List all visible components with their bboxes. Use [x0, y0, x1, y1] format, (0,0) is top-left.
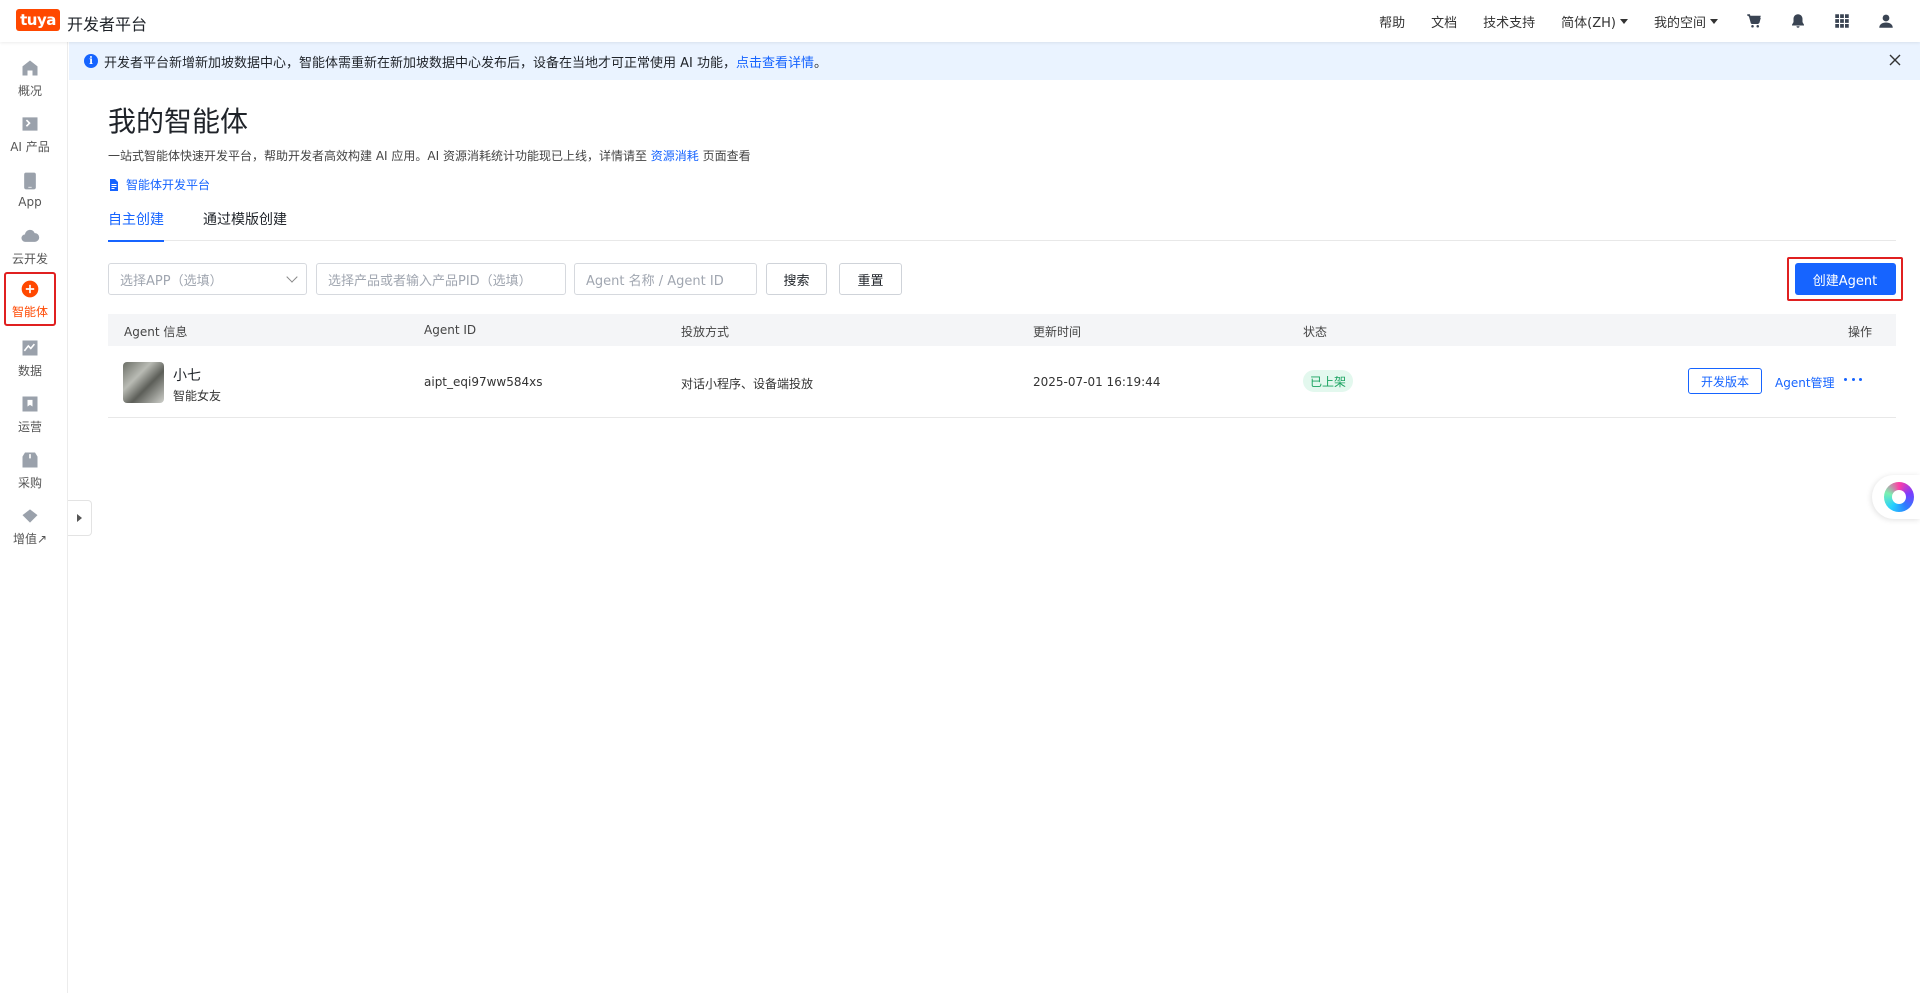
- sidebar-item-agents[interactable]: 智能体: [4, 272, 56, 326]
- sidebar-item-label: 运营: [17, 419, 42, 434]
- reset-button[interactable]: 重置: [839, 263, 902, 295]
- workspace-select[interactable]: 我的空间: [1654, 12, 1718, 31]
- sidebar: 概况 AI 产品 App 云开发 智能体 数据 运营 采购 增值↗: [0, 42, 68, 993]
- sidebar-item-label: 概况: [17, 83, 42, 98]
- sidebar-item-operations[interactable]: 运营: [4, 388, 56, 440]
- phone-icon: [24, 172, 36, 190]
- sidebar-item-ai-products[interactable]: AI 产品: [4, 108, 56, 160]
- resource-usage-link[interactable]: 资源消耗: [651, 149, 699, 163]
- updated-cell: 2025-07-01 16:19:44: [1033, 375, 1161, 389]
- product-input[interactable]: 选择产品或者输入产品PID（选填）: [316, 263, 566, 295]
- sidebar-item-app[interactable]: App: [4, 164, 56, 216]
- notice-end: 。: [814, 55, 828, 71]
- app-select[interactable]: 选择APP（选填）: [108, 263, 307, 295]
- notice-details-link[interactable]: 点击查看详情: [736, 52, 814, 71]
- cart-icon[interactable]: [1744, 11, 1764, 31]
- search-button[interactable]: 搜索: [766, 263, 827, 295]
- top-bar: tuya 开发者平台 帮助 文档 技术支持 简体(ZH) 我的空间: [0, 0, 1920, 42]
- page-subtitle: 一站式智能体快速开发平台，帮助开发者高效构建 AI 应用。AI 资源消耗统计功能…: [108, 147, 751, 164]
- package-icon: [22, 452, 38, 467]
- sidebar-item-label: 增值↗: [12, 531, 48, 546]
- create-agent-button[interactable]: 创建Agent: [1794, 263, 1896, 295]
- ai-assistant-button[interactable]: [1872, 475, 1920, 519]
- agent-platform-doc-link[interactable]: 智能体开发平台: [108, 176, 210, 193]
- language-select[interactable]: 简体(ZH): [1561, 12, 1628, 31]
- terminal-icon: [22, 116, 38, 131]
- cloud-icon: [21, 229, 40, 242]
- diamond-icon: [22, 508, 38, 523]
- table-header: Agent 信息 Agent ID 投放方式 更新时间 状态 操作: [108, 314, 1896, 346]
- header-agent-info: Agent 信息: [124, 325, 188, 339]
- caret-down-icon: [1619, 18, 1628, 24]
- agent-tag: 智能女友: [173, 389, 222, 403]
- document-icon: [110, 178, 118, 191]
- status-badge: 已上架: [1303, 370, 1354, 392]
- create-agent-highlight: 创建Agent: [1787, 257, 1903, 301]
- tuya-logo[interactable]: tuya: [16, 9, 60, 31]
- user-icon[interactable]: [1876, 11, 1896, 31]
- caret-right-icon: [77, 514, 82, 522]
- sidebar-item-purchase[interactable]: 采购: [4, 444, 56, 496]
- chart-icon: [22, 340, 38, 355]
- notice-text: 开发者平台新增新加坡数据中心，智能体需重新在新加坡数据中心发布后，设备在当地才可…: [104, 55, 736, 71]
- sidebar-item-label: App: [18, 195, 42, 209]
- header-agent-id: Agent ID: [424, 323, 477, 337]
- language-label: 简体(ZH): [1561, 15, 1616, 31]
- notice-bar: i 开发者平台新增新加坡数据中心，智能体需重新在新加坡数据中心发布后，设备在当地…: [69, 42, 1920, 80]
- delivery-cell: 对话小程序、设备端投放: [681, 377, 814, 391]
- header-actions: 操作: [1848, 325, 1873, 339]
- nav-docs[interactable]: 文档: [1431, 12, 1457, 31]
- workspace-label: 我的空间: [1653, 15, 1706, 31]
- doc-link-label: 智能体开发平台: [126, 178, 211, 192]
- top-nav: 帮助 文档 技术支持 简体(ZH) 我的空间: [1379, 0, 1920, 42]
- header-delivery: 投放方式: [681, 325, 730, 339]
- chevron-down-icon: [286, 271, 298, 283]
- brand-title[interactable]: 开发者平台: [67, 11, 147, 35]
- header-updated: 更新时间: [1033, 325, 1082, 339]
- sidebar-item-label: AI 产品: [10, 139, 50, 154]
- plus-circle-icon: [21, 280, 39, 297]
- filter-bar: 选择APP（选填） 选择产品或者输入产品PID（选填） Agent 名称 / A…: [108, 257, 1903, 301]
- tab-self-created[interactable]: 自主创建: [108, 211, 164, 242]
- sidebar-item-data[interactable]: 数据: [4, 332, 56, 384]
- subtitle-text-end: 页面查看: [698, 149, 751, 163]
- agent-name: 小七: [173, 368, 201, 384]
- close-icon[interactable]: [1888, 53, 1902, 67]
- bell-icon[interactable]: [1788, 11, 1808, 31]
- tab-bar: 自主创建 通过模版创建: [108, 211, 1896, 242]
- sidebar-item-cloud[interactable]: 云开发: [4, 220, 56, 272]
- apps-grid-icon[interactable]: [1832, 11, 1852, 31]
- header-status: 状态: [1303, 325, 1328, 339]
- nav-help[interactable]: 帮助: [1379, 12, 1405, 31]
- sidebar-item-label: 智能体: [11, 304, 48, 319]
- sidebar-item-label: 数据: [17, 363, 42, 378]
- dev-version-button[interactable]: 开发版本: [1688, 368, 1762, 394]
- sidebar-item-overview[interactable]: 概况: [4, 52, 56, 104]
- app-select-placeholder: 选择APP（选填）: [120, 273, 223, 289]
- agent-table: Agent 信息 Agent ID 投放方式 更新时间 状态 操作 小七 智能女…: [108, 314, 1896, 418]
- agent-avatar: [123, 362, 164, 403]
- product-input-placeholder: 选择产品或者输入产品PID（选填）: [328, 273, 532, 289]
- bookmark-icon: [22, 396, 38, 411]
- page-title: 我的智能体: [108, 105, 249, 138]
- agent-input-placeholder: Agent 名称 / Agent ID: [586, 273, 724, 289]
- subtitle-text: 一站式智能体快速开发平台，帮助开发者高效构建 AI 应用。AI 资源消耗统计功能…: [108, 149, 651, 163]
- agent-manage-link[interactable]: Agent管理: [1775, 374, 1835, 391]
- sidebar-item-label: 采购: [17, 475, 42, 490]
- tab-template-created[interactable]: 通过模版创建: [203, 211, 287, 241]
- table-row: 小七 智能女友 aipt_eqi97ww584xs 对话小程序、设备端投放 20…: [108, 346, 1896, 418]
- home-icon: [22, 60, 38, 75]
- more-actions-icon[interactable]: [1844, 376, 1862, 382]
- sidebar-item-value-added[interactable]: 增值↗: [4, 500, 56, 552]
- sidebar-expand-button[interactable]: [68, 500, 92, 536]
- assistant-orb-icon: [1884, 482, 1914, 512]
- sidebar-item-label: 云开发: [11, 251, 48, 266]
- agent-search-input[interactable]: Agent 名称 / Agent ID: [574, 263, 757, 295]
- caret-down-icon: [1710, 18, 1718, 24]
- info-icon: i: [84, 54, 98, 68]
- agent-id-cell: aipt_eqi97ww584xs: [424, 375, 543, 389]
- nav-support[interactable]: 技术支持: [1483, 12, 1535, 31]
